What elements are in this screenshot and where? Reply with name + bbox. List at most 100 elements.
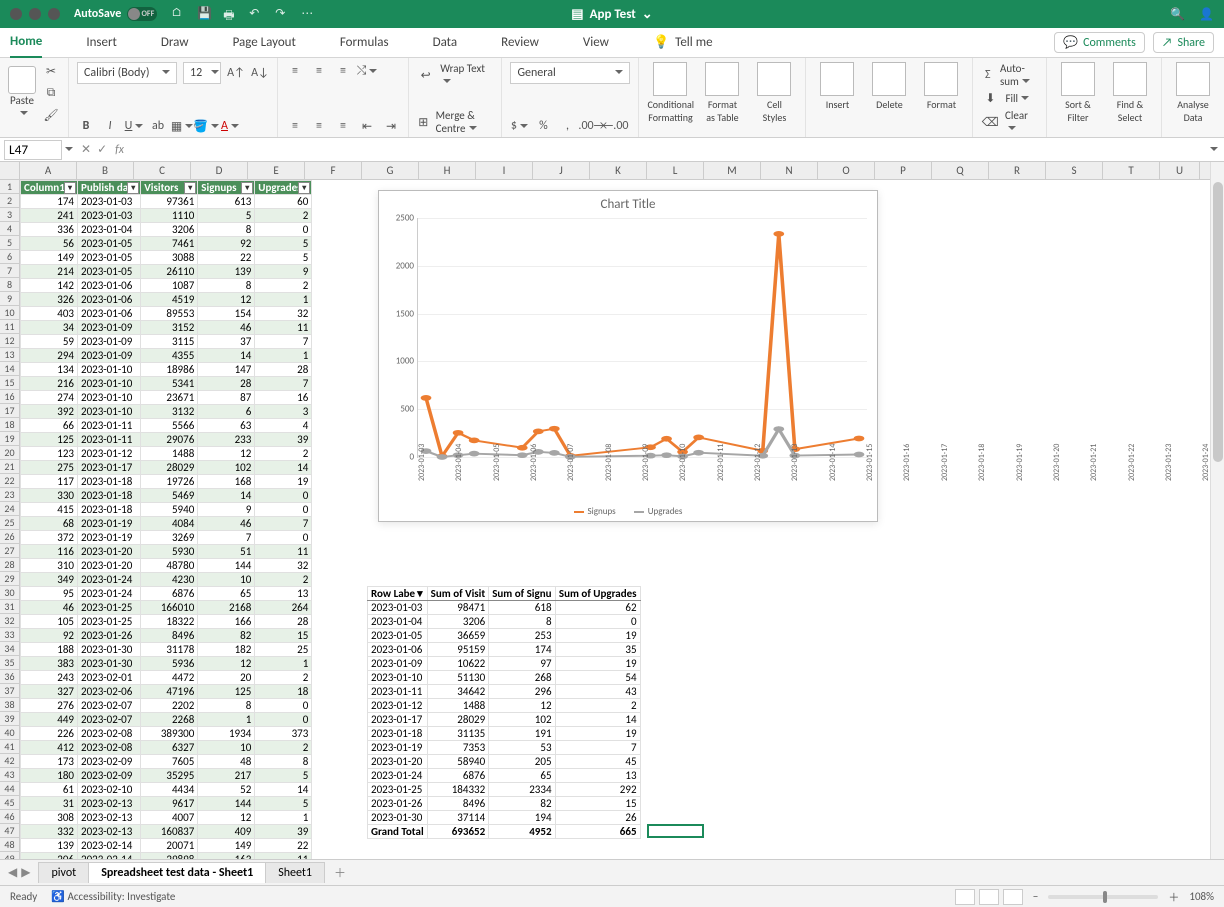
fill-button[interactable]: Fill xyxy=(1005,92,1029,105)
share-button[interactable]: ↗Share xyxy=(1153,32,1214,53)
paste-icon[interactable] xyxy=(8,66,36,94)
column-header[interactable]: K xyxy=(590,162,647,179)
align-bottom-icon[interactable]: ≡ xyxy=(334,62,352,80)
data-cell[interactable]: 2023-01-30 xyxy=(78,643,141,657)
data-cell[interactable]: 2023-01-04 xyxy=(78,223,141,237)
data-cell[interactable]: 6 xyxy=(198,405,255,419)
pivot-grand-total-cell[interactable]: 665 xyxy=(555,825,640,839)
data-cell[interactable]: 332 xyxy=(21,825,78,839)
row-header[interactable]: 37 xyxy=(0,684,19,698)
data-cell[interactable]: 2023-01-09 xyxy=(78,349,141,363)
data-cell[interactable]: 28029 xyxy=(141,461,198,475)
column-header[interactable]: S xyxy=(1046,162,1103,179)
row-header[interactable]: 25 xyxy=(0,516,19,530)
pivot-cell[interactable]: 97 xyxy=(489,657,555,671)
data-cell[interactable]: 2023-01-18 xyxy=(78,475,141,489)
data-cell[interactable]: 2 xyxy=(255,741,312,755)
row-header[interactable]: 30 xyxy=(0,586,19,600)
pivot-cell[interactable]: 53 xyxy=(489,741,555,755)
currency-icon[interactable]: $ xyxy=(510,117,528,135)
data-cell[interactable]: 39 xyxy=(255,825,312,839)
data-cell[interactable]: 166 xyxy=(198,615,255,629)
data-cell[interactable]: 0 xyxy=(255,699,312,713)
row-header[interactable]: 16 xyxy=(0,390,19,404)
account-icon[interactable]: 👤 xyxy=(1199,7,1214,22)
wrap-text-button[interactable]: Wrap Text xyxy=(440,62,493,88)
page-layout-view-button[interactable] xyxy=(979,889,999,905)
column-header[interactable]: B xyxy=(77,162,134,179)
pivot-cell[interactable]: 2334 xyxy=(489,783,555,797)
data-cell[interactable]: 89553 xyxy=(141,307,198,321)
pivot-cell[interactable]: 268 xyxy=(489,671,555,685)
pivot-cell[interactable]: 2023-01-24 xyxy=(368,769,428,783)
pivot-cell[interactable]: 7 xyxy=(555,741,640,755)
data-cell[interactable]: 2023-01-10 xyxy=(78,391,141,405)
data-cell[interactable]: 28 xyxy=(255,615,312,629)
data-cell[interactable]: 5 xyxy=(255,797,312,811)
pivot-cell[interactable]: 98471 xyxy=(427,601,489,615)
pivot-cell[interactable]: 35 xyxy=(555,643,640,657)
home-icon[interactable]: ⌂ xyxy=(171,6,187,22)
ribbon-tab-insert[interactable]: Insert xyxy=(86,35,117,50)
align-top-icon[interactable]: ≡ xyxy=(286,62,304,80)
data-cell[interactable]: 125 xyxy=(21,433,78,447)
data-cell[interactable]: 10 xyxy=(198,573,255,587)
pivot-cell[interactable]: 2 xyxy=(555,699,640,713)
data-cell[interactable]: 5930 xyxy=(141,545,198,559)
data-cell[interactable]: 2023-02-10 xyxy=(78,783,141,797)
data-cell[interactable]: 9617 xyxy=(141,797,198,811)
undo-icon[interactable]: ↶ xyxy=(249,6,265,22)
search-icon[interactable]: 🔍 xyxy=(1170,7,1185,22)
data-cell[interactable]: 14 xyxy=(198,349,255,363)
increase-decimal-icon[interactable]: .00→ xyxy=(582,117,600,135)
expand-formula-bar[interactable] xyxy=(1207,143,1218,157)
data-cell[interactable]: 2023-01-09 xyxy=(78,321,141,335)
data-cell[interactable]: 243 xyxy=(21,671,78,685)
data-cell[interactable]: 1934 xyxy=(198,727,255,741)
strike-icon[interactable]: ab xyxy=(149,117,167,135)
data-cell[interactable]: 275 xyxy=(21,461,78,475)
ribbon-tab-draw[interactable]: Draw xyxy=(161,35,189,50)
pivot-cell[interactable]: 45 xyxy=(555,755,640,769)
ribbon-tab-formulas[interactable]: Formulas xyxy=(340,35,389,50)
data-cell[interactable]: 613 xyxy=(198,195,255,209)
pivot-cell[interactable]: 2023-01-06 xyxy=(368,643,428,657)
pivot-filter-button[interactable]: ▾ xyxy=(417,587,423,600)
data-cell[interactable]: 5940 xyxy=(141,503,198,517)
data-cell[interactable]: 1110 xyxy=(141,209,198,223)
data-cell[interactable]: 46 xyxy=(21,601,78,615)
row-header[interactable]: 1 xyxy=(0,180,19,194)
row-header[interactable]: 8 xyxy=(0,278,19,292)
row-header[interactable]: 42 xyxy=(0,754,19,768)
merge-centre-button[interactable]: Merge & Centre xyxy=(436,109,494,135)
orientation-icon[interactable]: ⤭ xyxy=(358,62,376,80)
pivot-cell[interactable]: 54 xyxy=(555,671,640,685)
data-cell[interactable]: 46 xyxy=(198,517,255,531)
data-cell[interactable]: 2023-01-20 xyxy=(78,559,141,573)
row-header[interactable]: 24 xyxy=(0,502,19,516)
pivot-cell[interactable]: 14 xyxy=(555,713,640,727)
align-left-icon[interactable]: ≡ xyxy=(286,117,304,135)
data-cell[interactable]: 5469 xyxy=(141,489,198,503)
data-cell[interactable]: 2023-01-11 xyxy=(78,433,141,447)
clear-button[interactable]: Clear xyxy=(1005,109,1038,135)
pivot-cell[interactable]: 31135 xyxy=(427,727,489,741)
row-header[interactable]: 27 xyxy=(0,544,19,558)
sheet-nav-prev-icon[interactable]: ◀ xyxy=(8,865,17,880)
data-cell[interactable]: 180 xyxy=(21,769,78,783)
data-cell[interactable]: 63 xyxy=(198,419,255,433)
pivot-cell[interactable]: 2023-01-30 xyxy=(368,811,428,825)
pivot-cell[interactable]: 292 xyxy=(555,783,640,797)
ribbon-tab-page-layout[interactable]: Page Layout xyxy=(233,35,296,50)
data-cell[interactable]: 82 xyxy=(198,629,255,643)
pivot-cell[interactable]: 26 xyxy=(555,811,640,825)
data-cell[interactable]: 326 xyxy=(21,293,78,307)
data-cell[interactable]: 3 xyxy=(255,405,312,419)
data-cell[interactable]: 349 xyxy=(21,573,78,587)
data-cell[interactable]: 241 xyxy=(21,209,78,223)
decrease-indent-icon[interactable]: ⇤ xyxy=(358,117,376,135)
data-cell[interactable]: 1488 xyxy=(141,447,198,461)
data-cell[interactable]: 19 xyxy=(255,475,312,489)
data-cell[interactable]: 0 xyxy=(255,531,312,545)
data-cell[interactable]: 188 xyxy=(21,643,78,657)
